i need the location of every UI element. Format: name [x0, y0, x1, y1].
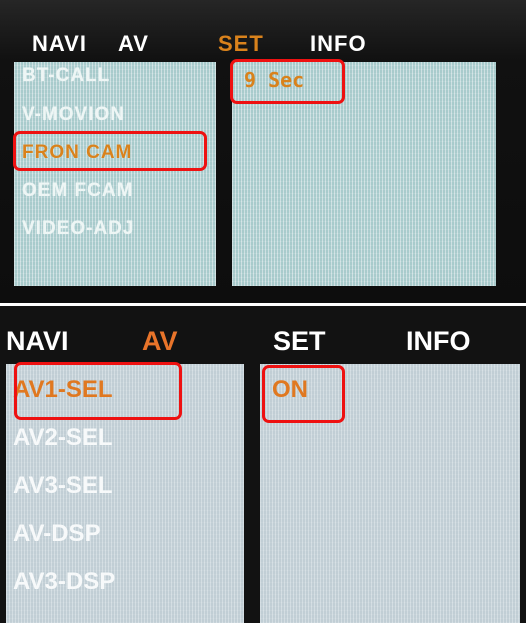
menu-item-av-dsp[interactable]: AV-DSP: [13, 520, 101, 548]
bottom-screen: NAVI AV SET INFO AV1-SEL AV2-SEL AV3-SEL…: [0, 306, 526, 623]
top-menu-list: BT-CALL V-MOVION FRON CAM OEM FCAM VIDEO…: [14, 62, 216, 286]
top-tab-info[interactable]: INFO: [310, 31, 367, 57]
top-tab-navi[interactable]: NAVI: [32, 31, 87, 57]
value-highlight-box: [230, 59, 345, 104]
bottom-tab-av[interactable]: AV: [142, 326, 178, 357]
menu-item-av2-sel[interactable]: AV2-SEL: [13, 424, 113, 452]
top-tab-av[interactable]: AV: [118, 31, 149, 57]
menu-item-av3-sel[interactable]: AV3-SEL: [13, 472, 113, 500]
top-tab-set[interactable]: SET: [218, 31, 264, 57]
bottom-tab-set[interactable]: SET: [273, 326, 326, 357]
bottom-tab-info[interactable]: INFO: [406, 326, 471, 357]
menu-item-v-movion[interactable]: V-MOVION: [22, 104, 125, 126]
menu-item-bt-call[interactable]: BT-CALL: [22, 65, 110, 87]
selected-item-highlight-box: [14, 362, 182, 420]
menu-item-video-adj[interactable]: VIDEO-ADJ: [22, 218, 134, 240]
value-highlight-box: [262, 365, 345, 423]
menu-item-oem-fcam[interactable]: OEM FCAM: [22, 180, 133, 202]
bottom-tab-navi[interactable]: NAVI: [6, 326, 69, 357]
menu-item-av3-dsp[interactable]: AV3-DSP: [13, 568, 115, 596]
selected-item-highlight-box: [13, 131, 207, 171]
top-screen: NAVI AV SET INFO BT-CALL V-MOVION FRON C…: [0, 0, 526, 303]
